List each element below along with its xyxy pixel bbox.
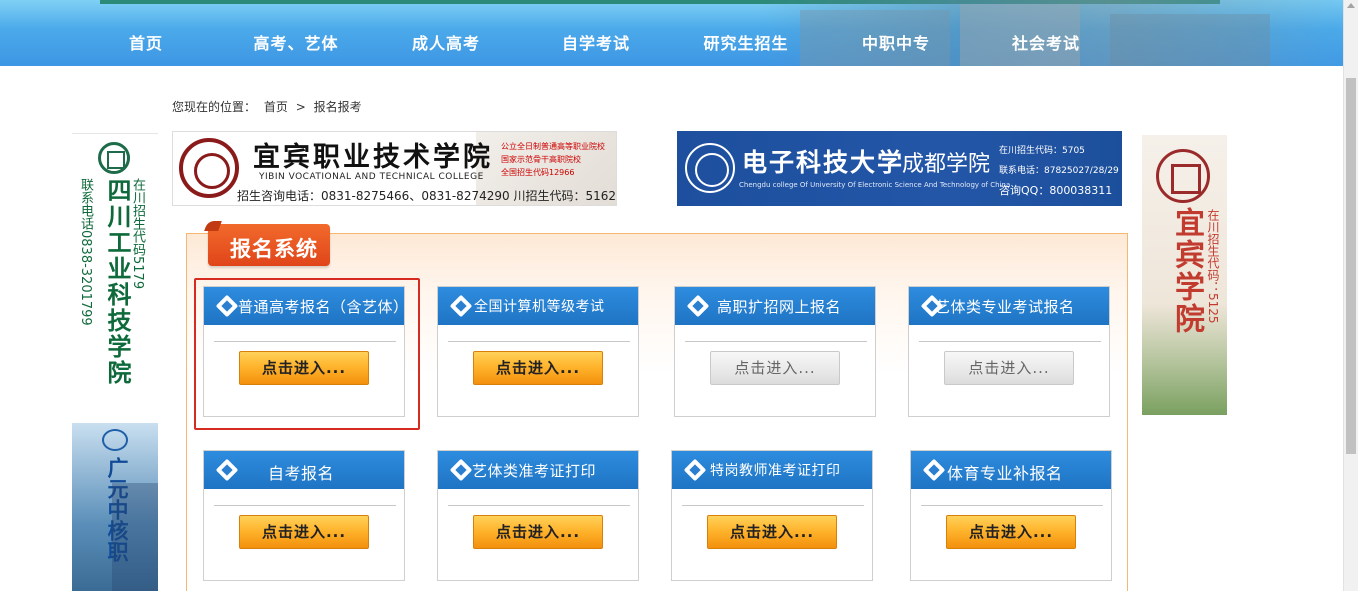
divider [682,505,864,506]
enter-button-disabled[interactable]: 点击进入... [710,351,840,385]
ad-yibin-university[interactable]: 宜宾学院 在川招生代码：5125 [1142,135,1227,415]
banner-uestc-code: 在川招生代码：5705 [999,146,1085,156]
divider [214,505,396,506]
divider [685,341,867,342]
nav-item-vocational[interactable]: 中职中专 [850,30,942,54]
card-title: 艺体类准考证打印 [472,462,597,480]
card-title: 全国计算机等级考试 [474,299,605,315]
top-nav: 首页 高考、艺体 成人高考 自学考试 研究生招生 中职中专 社会考试 [0,0,1343,66]
banner-uestc-subtitle: 成都学院 [902,152,991,177]
ad-sichuan-institute[interactable]: 联系电话0838-3201799 四川工业科技学院 在川招生代码5179 [72,133,158,415]
card-header: 自考报名 [204,451,404,489]
ad-yibin-university-name: 宜宾学院 [1169,207,1204,335]
divider [921,505,1103,506]
divider [448,341,630,342]
enter-button[interactable]: 点击进入... [707,515,837,549]
banner-yibin-tags: 公立全日制普通高等职业院校 国家示范骨干高职院校 全国招生代码12966 [501,140,616,179]
enter-button[interactable]: 点击进入... [239,515,369,549]
card-header: 高职扩招网上报名 [675,287,875,325]
banner-yibin-tag: 全国招生代码12966 [501,168,575,177]
banner-uestc-title: 电子科技大学 [742,148,905,177]
selection-highlight-box [194,278,420,430]
card-header: 特岗教师准考证打印 [672,451,872,489]
university-seal-icon [1156,149,1210,203]
banner-yibin-tag: 公立全日制普通高等职业院校 [501,142,605,151]
page: 首页 高考、艺体 成人高考 自学考试 研究生招生 中职中专 社会考试 您现在的位… [0,0,1358,591]
building-photo [112,483,158,591]
nav-item-adult-exam[interactable]: 成人高考 [400,30,492,54]
banner-uestc-chengdu[interactable]: 电子科技大学 成都学院 Chengdu college Of Universit… [677,131,1122,206]
divider [919,341,1101,342]
card-sports-supplementary: 体育专业补报名 点击进入... [910,450,1112,581]
ad-code-text: 在川招生代码5179 [130,178,145,290]
enter-button[interactable]: 点击进入... [473,351,603,385]
card-header: 全国计算机等级考试 [438,287,638,325]
banner-yibin-title: 宜宾职业技术学院 [253,142,493,173]
ad-guangyuan[interactable]: 广元中核职 [72,423,158,591]
nav-item-self-study[interactable]: 自学考试 [550,30,642,54]
diamond-icon [686,294,710,318]
breadcrumb-prefix: 您现在的位置： [172,100,257,114]
banner-yibin-english: YIBIN VOCATIONAL AND TECHNICAL COLLEGE [259,172,484,182]
card-title: 艺体类专业考试报名 [935,298,1075,316]
diamond-icon [683,458,707,482]
banner-yibin-vocational[interactable]: 宜宾职业技术学院 YIBIN VOCATIONAL AND TECHNICAL … [172,131,617,206]
college-emblem-icon [98,142,130,174]
ad-phone-text: 联系电话0838-3201799 [78,178,93,326]
banner-uestc-qq: 咨询QQ：800038311 [999,184,1113,197]
breadcrumb-separator: > [295,100,306,114]
panel-title: 报名系统 [208,224,330,266]
nav-item-home[interactable]: 首页 [110,30,182,54]
banner-uestc-english: Chengdu college Of University Of Electro… [739,181,1011,189]
banner-uestc-info: 在川招生代码：5705 联系电话：87825027/28/29 咨询QQ：800… [999,141,1119,201]
card-art-admission-ticket: 艺体类准考证打印 点击进入... [437,450,639,581]
banner-uestc-phone: 联系电话：87825027/28/29 [999,166,1119,176]
card-title: 自考报名 [268,464,335,483]
scrollbar-thumb[interactable] [1346,78,1356,454]
card-self-study-registration: 自考报名 点击进入... [203,450,405,581]
card-header: 艺体类准考证打印 [438,451,638,489]
ad-yibin-university-code: 在川招生代码：5125 [1206,209,1220,324]
breadcrumb-current: 报名报考 [313,100,362,114]
nav-item-social-exam[interactable]: 社会考试 [1000,30,1092,54]
vertical-scrollbar[interactable] [1343,0,1358,591]
card-title: 特岗教师准考证打印 [710,463,841,479]
enter-button-disabled[interactable]: 点击进入... [944,351,1074,385]
banner-yibin-tag: 国家示范骨干高职院校 [501,155,581,164]
nav-item-graduate[interactable]: 研究生招生 [690,30,802,54]
enter-button[interactable]: 点击进入... [946,515,1076,549]
card-header: 体育专业补报名 [911,451,1111,489]
breadcrumb: 您现在的位置： 首页 > 报名报考 [172,98,366,115]
banner-yibin-hotline: 招生咨询电话：0831-8275466、0831-8274290 川招生代码：5… [237,189,616,203]
atom-logo-icon [102,429,128,451]
nav-scenery-building [1110,14,1270,66]
card-title: 体育专业补报名 [947,464,1063,483]
divider [448,505,630,506]
card-header: 艺体类专业考试报名 [909,287,1109,325]
diamond-icon [449,458,473,482]
nav-item-gaokao[interactable]: 高考、艺体 [240,30,352,54]
university-logo-icon [685,143,735,193]
card-teacher-admission-ticket: 特岗教师准考证打印 点击进入... [671,450,873,581]
card-vocational-expansion: 高职扩招网上报名 点击进入... [674,286,876,417]
card-art-sports-exam: 艺体类专业考试报名 点击进入... [908,286,1110,417]
breadcrumb-home-link[interactable]: 首页 [264,100,288,114]
diamond-icon [922,458,946,482]
diamond-icon [449,294,473,318]
card-title: 高职扩招网上报名 [717,298,842,316]
scroll-up-arrow-icon[interactable] [1347,3,1355,8]
diamond-icon [215,458,239,482]
college-seal-icon [179,138,239,198]
card-computer-exam: 全国计算机等级考试 点击进入... [437,286,639,417]
enter-button[interactable]: 点击进入... [473,515,603,549]
